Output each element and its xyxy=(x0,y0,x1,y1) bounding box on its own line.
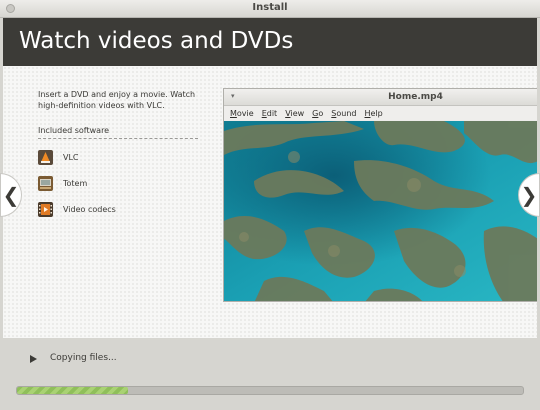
chevron-left-icon: ❮ xyxy=(2,183,20,207)
software-label: VLC xyxy=(63,152,79,162)
previous-slide-button[interactable]: ❮ xyxy=(0,173,22,217)
menu-rest: ovie xyxy=(236,108,254,118)
status-text: Copying files... xyxy=(50,353,117,363)
included-software-list: VLC Totem Video codecs xyxy=(38,144,198,222)
player-title: Home.mp4 xyxy=(388,92,443,102)
menu-mnemonic: M xyxy=(230,108,237,118)
slide-content: Insert a DVD and enjoy a movie. Watch hi… xyxy=(0,66,540,338)
menu-go: Go xyxy=(312,109,323,118)
software-item-vlc: VLC xyxy=(38,144,198,170)
player-menubar: Movie Edit View Go Sound Help xyxy=(224,106,537,120)
window-titlebar: Install xyxy=(0,0,540,18)
chevron-down-icon: ▾ xyxy=(231,92,235,100)
media-player-window: ▾ Home.mp4 Movie Edit View Go Sound Help xyxy=(223,88,537,302)
totem-icon xyxy=(38,175,53,191)
expand-details-icon[interactable] xyxy=(30,355,37,363)
menu-help: Help xyxy=(364,109,382,118)
vlc-icon xyxy=(38,149,53,165)
window-title: Install xyxy=(252,2,288,13)
chevron-right-icon: ❯ xyxy=(520,183,538,207)
slide-heading: Watch videos and DVDs xyxy=(19,28,294,54)
slide-intro-text: Insert a DVD and enjoy a movie. Watch hi… xyxy=(38,90,196,110)
progress-fill xyxy=(17,387,129,394)
install-progress-bar xyxy=(16,386,524,395)
menu-movie: Movie xyxy=(230,109,254,118)
player-titlebar: ▾ Home.mp4 xyxy=(224,89,537,106)
menu-rest: elp xyxy=(370,108,383,118)
slide-banner: Watch videos and DVDs xyxy=(3,18,537,66)
software-item-video-codecs: Video codecs xyxy=(38,196,198,222)
included-software-heading: Included software xyxy=(38,126,198,139)
menu-rest: dit xyxy=(266,108,278,118)
film-icon xyxy=(38,201,53,217)
menu-rest: o xyxy=(318,108,324,118)
menu-edit: Edit xyxy=(262,109,278,118)
software-label: Video codecs xyxy=(63,204,116,214)
menu-rest: iew xyxy=(290,108,305,118)
menu-view: View xyxy=(285,109,304,118)
software-item-totem: Totem xyxy=(38,170,198,196)
menu-rest: ound xyxy=(336,108,357,118)
menu-sound: Sound xyxy=(331,109,356,118)
video-frame xyxy=(224,121,537,301)
software-label: Totem xyxy=(63,178,88,188)
